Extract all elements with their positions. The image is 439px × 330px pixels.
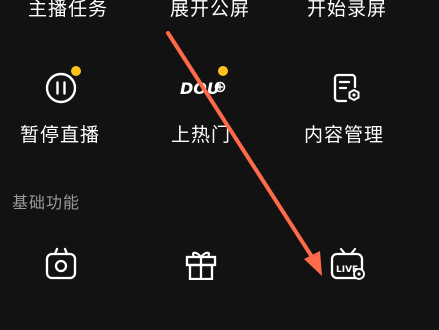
new-badge-dot [218,66,228,76]
expand-public-screen-button[interactable]: 展开公屏 [160,0,260,20]
live-settings-tile[interactable]: LIVE [284,240,404,330]
gift-icon [185,251,217,280]
anchor-task-button[interactable]: 主播任务 [18,0,118,20]
camera-icon [45,247,77,280]
gift-tile[interactable] [141,240,261,330]
new-badge-dot [71,66,81,76]
go-trending-label: 上热门 [170,124,231,146]
live-tv-settings-icon: LIVE [330,247,365,280]
pause-live-tile[interactable]: 暂停直播 [0,58,120,148]
go-trending-tile[interactable]: DOU 上热门 [141,58,261,148]
svg-text:DOU: DOU [180,79,220,98]
pause-live-label: 暂停直播 [19,124,100,146]
start-recording-button[interactable]: 开始录屏 [297,0,397,20]
content-management-label: 内容管理 [303,124,384,146]
content-management-tile[interactable]: 内容管理 [284,58,404,148]
basic-functions-heading: 基础功能 [12,193,81,212]
dou-plus-icon: DOU [180,79,226,98]
content-settings-icon [333,73,360,103]
camera-tile[interactable] [0,240,120,330]
